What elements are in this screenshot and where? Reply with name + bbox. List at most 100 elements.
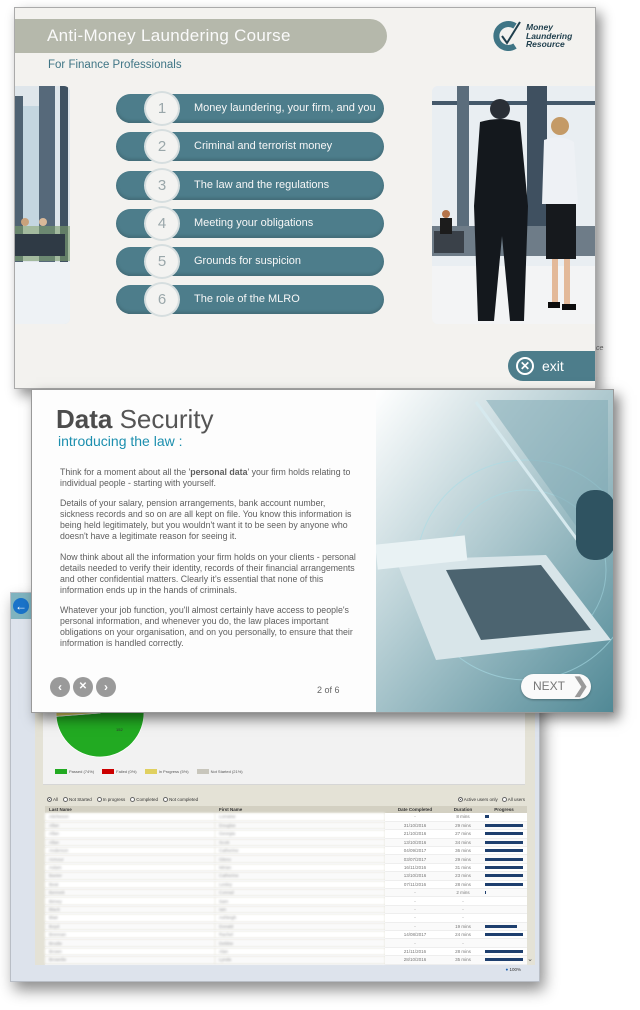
chevron-right-icon: › [104,680,108,694]
course-subtitle: For Finance Professionals [48,59,182,71]
table-row[interactable]: Anderson Catherine 04/09/2017 36 mins [45,846,527,856]
table-row[interactable]: Boyd Donald -19 mins [45,922,527,931]
user-filter-group: Active users only All users [457,797,525,803]
status-filter-option[interactable]: Not Started [63,797,92,803]
legend-label: In Progress (5%) [158,769,189,774]
table-row[interactable]: Baxter Catherine 13/10/2016 23 mins [45,871,527,881]
progress-cell [481,905,527,915]
date-completed-cell: 03/07/2017 [385,854,445,864]
table-row[interactable]: Black Iain - - [45,905,527,915]
module-menu-item[interactable]: 3 The law and the regulations [116,167,384,203]
legend-swatch [144,769,157,774]
table-row[interactable]: Aslam Mirian 16/11/2016 31 mins [45,863,527,873]
paragraph-text: Whatever your job function, you'll almos… [60,604,353,649]
zoom-level: 100% [509,967,521,972]
duration-cell: 19 mins [445,922,481,931]
table-row[interactable]: Brown Alan 21/11/2016 28 mins [45,947,527,957]
radio-button[interactable] [501,797,507,803]
table-row[interactable]: Allan Scott 13/10/2016 34 mins [45,838,527,848]
body-paragraph: Whatever your job function, you'll almos… [60,605,360,649]
table-row[interactable]: Birney Sam - - [45,896,527,906]
column-header-first-name[interactable]: First Name [215,806,385,813]
table-row[interactable]: Allan Douglas 31/10/2016 29 mins [45,821,527,831]
date-completed-cell: 16/11/2016 [385,863,445,873]
module-menu: 1 Money laundering, your firm, and you 2 Cr… [116,91,384,324]
progress-bar [485,924,518,928]
exit-button[interactable]: ✕ exit [508,351,595,381]
progress-cell [481,922,527,931]
arrow-left-icon[interactable]: ← [13,598,29,614]
user-filter-option[interactable]: All users [501,797,525,803]
user-filter-option[interactable]: Active users only [457,797,498,803]
last-name-cell: Bennett [45,888,215,898]
table-row[interactable]: Blair Ashleigh - - [45,913,527,923]
radio-button[interactable] [457,797,463,803]
module-number-badge: 6 [144,282,180,318]
duration-cell: 27 mins [445,829,481,839]
module-menu-item[interactable]: 5 Grounds for suspicion [116,244,384,280]
previous-slide-button[interactable]: ‹ [50,677,70,697]
first-name-cell: Conrad [215,888,385,898]
progress-bar [485,832,523,836]
scroll-down-chevron-icon[interactable]: ⌄ [527,955,533,963]
first-name-cell: Mirian [215,863,385,873]
table-row[interactable]: Brodie Debbie - - [45,938,527,948]
progress-cell [481,888,527,898]
module-menu-item[interactable]: 1 Money laundering, your firm, and you [116,91,384,126]
table-header-row: Last Name First Name Date Completed Dura… [45,806,527,813]
radio-label: In progress [102,797,126,802]
column-header-duration[interactable]: Duration [445,806,481,813]
legend-item: Passed (74%) [55,769,94,774]
first-name-cell: Sam [215,896,385,906]
next-button[interactable]: NEXT ❯ [521,674,591,699]
last-name-cell: Baxter [45,871,215,881]
close-slide-button[interactable]: ✕ [73,677,93,697]
zoom-level-control[interactable]: ● 100% [506,967,522,972]
radio-button[interactable] [47,797,52,803]
column-header-progress[interactable]: Progress [481,806,527,813]
duration-cell: - [445,905,481,915]
status-filter-option[interactable]: In progress [96,797,126,803]
office-lobby-image [15,86,70,324]
table-row[interactable]: Beat Lesley 07/11/2016 28 mins [45,880,527,890]
last-name-cell: Birney [45,896,215,906]
status-filter-option[interactable]: All [47,797,58,803]
progress-bar [485,840,523,844]
radio-button[interactable] [163,797,169,803]
body-paragraph: Details of your salary, pension arrangem… [60,498,360,542]
check-c-logo-icon [493,21,521,51]
table-row[interactable]: Aitcheson Lorraine -8 mins [45,813,527,822]
progress-cell [481,813,527,822]
date-completed-cell: - [385,922,445,931]
next-label: NEXT [533,679,566,693]
legend-swatch [55,769,67,774]
table-row[interactable]: Armour Gleno 03/07/2017 29 mins [45,854,527,864]
table-row[interactable]: Brownlie Lynda 28/10/2016 35 mins [45,955,527,965]
radio-button[interactable] [96,797,102,803]
last-name-cell: Allan [45,838,215,848]
table-row[interactable]: Allan Georgia 21/10/2016 27 mins [45,829,527,839]
next-slide-small-button[interactable]: › [96,677,116,697]
duration-cell: 29 mins [445,854,481,864]
module-menu-item[interactable]: 6 The role of the MLRO [116,282,384,318]
paragraph-text: Details of your salary, pension arrangem… [60,498,352,542]
status-filter-option[interactable]: Not completed [163,797,198,803]
duration-cell: 23 mins [445,871,481,881]
date-completed-cell: 14/08/2017 [385,930,445,940]
duration-cell: 24 mins [445,930,481,940]
date-completed-cell: 21/11/2016 [385,947,445,957]
module-menu-item[interactable]: 4 Meeting your obligations [116,205,384,241]
status-filter-option[interactable]: Completed [130,797,158,803]
duration-cell: - [445,913,481,923]
progress-cell [481,846,527,856]
progress-cell [481,854,527,864]
table-row[interactable]: Brennan Rachel 14/08/2017 24 mins [45,930,527,940]
module-menu-item[interactable]: 2 Criminal and terrorist money [116,129,384,165]
column-header-last-name[interactable]: Last Name [45,806,215,813]
progress-cell [481,955,527,965]
column-header-date-completed[interactable]: Date Completed [385,806,445,813]
table-row[interactable]: Bennett Conrad -2 mins [45,888,527,898]
module-label: The role of the MLRO [194,293,300,306]
radio-button[interactable] [130,797,136,803]
radio-button[interactable] [63,797,69,803]
